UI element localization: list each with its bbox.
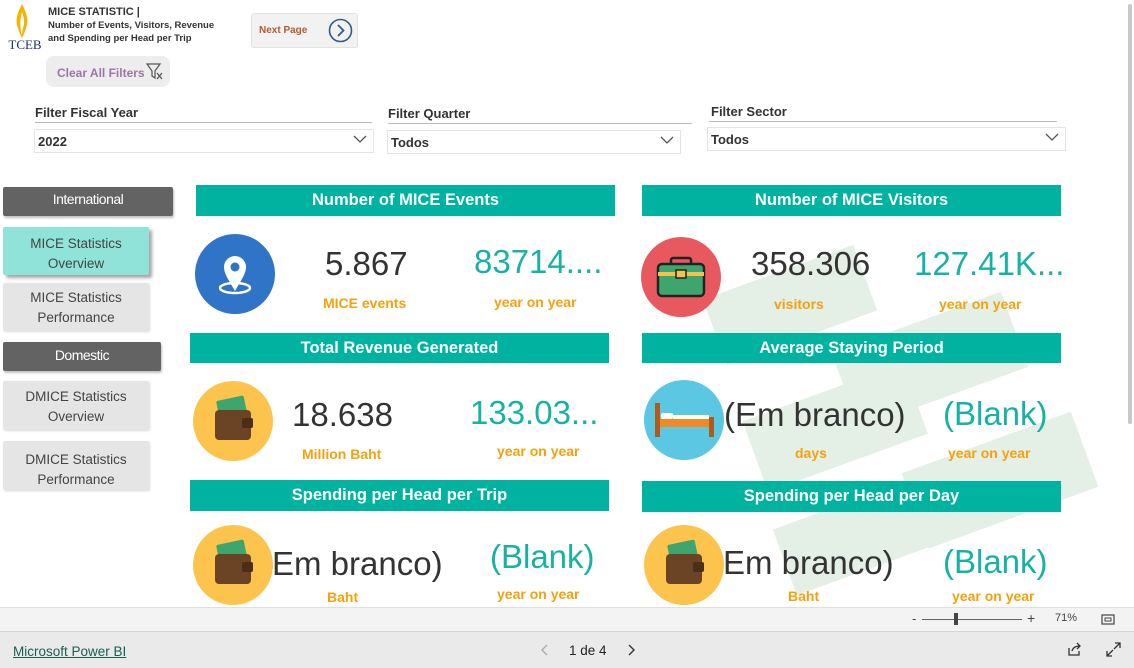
revenue-yoy-label: year on year	[497, 443, 580, 459]
zoom-slider-thumb[interactable]	[954, 613, 958, 625]
spend-trip-unit: Baht	[327, 589, 359, 605]
fiscal-year-dropdown[interactable]: 2022	[34, 129, 374, 153]
sector-filter-label: Filter Sector	[711, 104, 787, 119]
zoom-in-button[interactable]: +	[1027, 610, 1035, 626]
nav-header-international: International	[3, 187, 173, 216]
nav-mice-overview-button[interactable]: MICE Statistics Overview	[3, 227, 149, 275]
page-indicator: 1 de 4	[569, 643, 607, 658]
report-title: MICE STATISTIC | Number of Events, Visit…	[48, 5, 238, 45]
scrollbar-thumb[interactable]	[1128, 4, 1132, 424]
spend-trip-yoy-label: year on year	[497, 586, 580, 602]
nav-label: Performance	[37, 310, 115, 325]
fiscal-year-filter-label: Filter Fiscal Year	[35, 105, 139, 120]
share-icon[interactable]	[1067, 642, 1082, 657]
powerbi-link[interactable]: Microsoft Power BI	[13, 644, 126, 659]
revenue-unit: Million Baht	[302, 446, 382, 462]
next-page-button[interactable]: Next Page	[251, 13, 358, 48]
events-card-header: Number of MICE Events	[196, 185, 615, 216]
fullscreen-icon[interactable]	[1106, 642, 1121, 657]
chevron-down-icon	[1045, 133, 1059, 141]
visitors-unit: visitors	[774, 296, 824, 312]
zoom-slider-track[interactable]	[922, 619, 1022, 620]
nav-label: DMICE Statistics	[25, 452, 127, 467]
powerbi-footer: Microsoft Power BI 1 de 4	[0, 631, 1134, 668]
vertical-scrollbar[interactable]	[1125, 0, 1134, 607]
nav-label: Overview	[47, 409, 105, 424]
zoom-bar: - + 71%	[0, 607, 1134, 632]
location-pin-icon	[195, 234, 275, 314]
nav-label: Overview	[47, 256, 105, 271]
wallet-icon	[193, 525, 273, 605]
arrow-right-circle-icon	[328, 18, 353, 43]
quarter-filter-label: Filter Quarter	[388, 106, 471, 121]
title-line: and Spending per Head per Trip	[48, 33, 192, 44]
sector-dropdown[interactable]: Todos	[707, 127, 1066, 151]
events-value: 5.867	[325, 245, 408, 282]
events-yoy-value: 83714....	[474, 243, 603, 280]
next-page-icon[interactable]	[626, 644, 636, 656]
clear-filter-icon	[146, 63, 163, 80]
staying-value: (Em branco)	[724, 396, 906, 433]
events-unit: MICE events	[323, 295, 407, 311]
previous-page-icon[interactable]	[540, 644, 550, 656]
spend-trip-card-header: Spending per Head per Trip	[190, 480, 609, 511]
spend-day-yoy-value: (Blank)	[943, 543, 1048, 580]
nav-mice-performance-button[interactable]: MICE Statistics Performance	[3, 283, 149, 331]
filter-divider	[709, 121, 1057, 122]
staying-yoy-label: year on year	[948, 445, 1031, 461]
logo-text: TCEB	[8, 37, 42, 52]
nav-label: MICE Statistics	[30, 290, 122, 305]
chevron-down-icon	[660, 136, 674, 144]
clear-filters-label: Clear All Filters	[57, 66, 145, 80]
flame-logo-icon	[16, 4, 28, 38]
zoom-percent: 71%	[1055, 612, 1078, 624]
title-line: MICE STATISTIC |	[48, 6, 140, 18]
nav-header-domestic: Domestic	[3, 342, 161, 371]
fit-to-page-icon[interactable]	[1101, 613, 1115, 626]
visitors-card-header: Number of MICE Visitors	[642, 185, 1061, 216]
filter-divider	[388, 123, 692, 124]
title-line: Number of Events, Visitors, Revenue	[48, 20, 215, 31]
tceb-logo: TCEB	[4, 4, 44, 56]
revenue-value: 18.638	[292, 396, 393, 433]
chevron-down-icon	[353, 135, 367, 143]
visitors-yoy-label: year on year	[939, 296, 1022, 312]
bed-icon	[644, 380, 724, 460]
spend-trip-value: Em branco)	[272, 545, 443, 582]
fiscal-year-value: 2022	[38, 134, 67, 149]
staying-yoy-value: (Blank)	[943, 395, 1048, 432]
next-page-label: Next Page	[259, 25, 308, 36]
nav-label: Performance	[37, 472, 115, 487]
clear-all-filters-button[interactable]: Clear All Filters	[46, 56, 170, 87]
visitors-yoy-value: 127.41K...	[914, 245, 1065, 282]
zoom-out-button[interactable]: -	[912, 611, 916, 626]
staying-card-header: Average Staying Period	[642, 333, 1061, 363]
spend-day-yoy-label: year on year	[952, 588, 1035, 604]
nav-label: MICE Statistics	[30, 236, 122, 251]
revenue-card-header: Total Revenue Generated	[190, 333, 609, 363]
quarter-dropdown[interactable]: Todos	[387, 130, 681, 154]
spend-trip-yoy-value: (Blank)	[490, 538, 595, 575]
nav-label: DMICE Statistics	[25, 389, 127, 404]
nav-dmice-performance-button[interactable]: DMICE Statistics Performance	[3, 441, 149, 490]
staying-unit: days	[795, 445, 827, 461]
revenue-yoy-value: 133.03...	[470, 394, 599, 431]
spend-day-card-header: Spending per Head per Day	[642, 481, 1061, 512]
sector-value: Todos	[711, 132, 750, 147]
quarter-value: Todos	[391, 135, 430, 150]
briefcase-icon	[641, 237, 721, 317]
nav-dmice-overview-button[interactable]: DMICE Statistics Overview	[3, 381, 149, 430]
events-yoy-label: year on year	[494, 294, 577, 310]
spend-day-value: Em branco)	[723, 544, 894, 581]
wallet-icon	[644, 525, 724, 605]
wallet-icon	[193, 381, 273, 461]
filter-divider	[35, 122, 372, 123]
spend-day-unit: Baht	[788, 588, 820, 604]
visitors-value: 358.306	[751, 245, 871, 282]
